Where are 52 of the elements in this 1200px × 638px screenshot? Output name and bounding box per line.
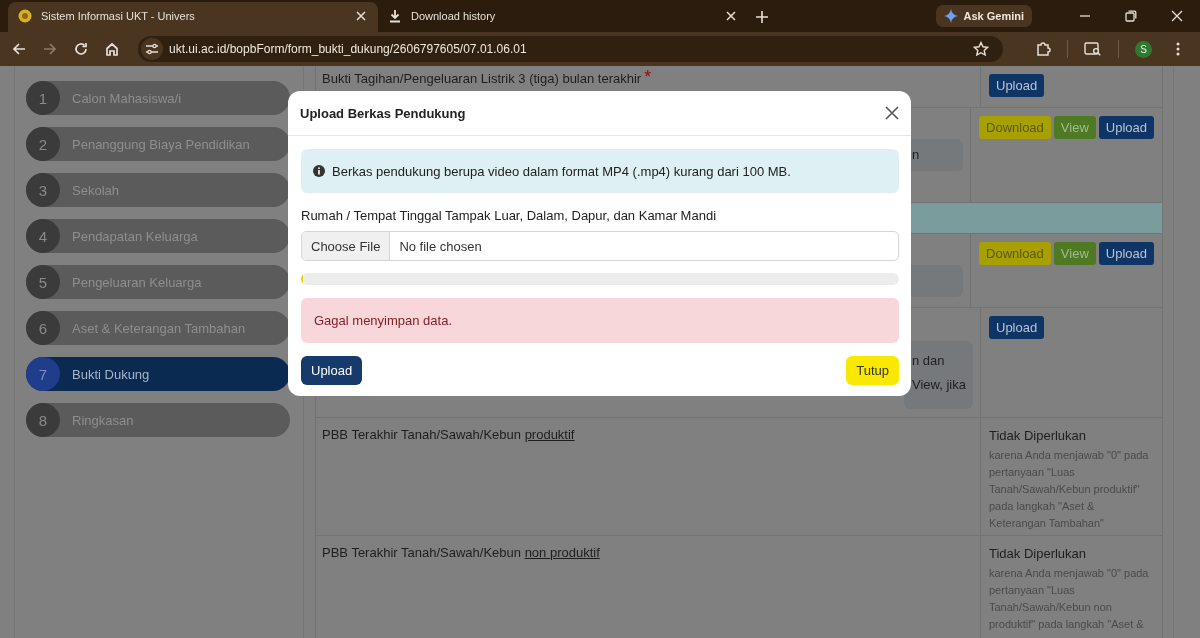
step-number: 3 — [26, 173, 60, 207]
new-tab-icon[interactable] — [756, 11, 768, 23]
step-number: 4 — [26, 219, 60, 253]
dialog-title: Upload Berkas Pendukung — [300, 105, 466, 121]
star-icon[interactable] — [973, 41, 989, 57]
step-number: 6 — [26, 311, 60, 345]
step-number: 2 — [26, 127, 60, 161]
file-status: No file chosen — [399, 238, 482, 254]
step-item[interactable]: 7 Bukti Dukung — [26, 357, 290, 391]
file-input[interactable]: Choose File No file chosen — [301, 231, 899, 261]
site-settings-icon[interactable] — [145, 43, 159, 55]
status-text: Tidak Diperlukan — [989, 546, 1088, 561]
document-title: PBB Terakhir Tanah/Sawah/Kebun produktif — [322, 427, 576, 442]
step-label: Bukti Dukung — [72, 366, 150, 382]
reload-icon[interactable] — [74, 42, 88, 56]
note-text: n — [912, 147, 920, 163]
status-text: Tidak Diperlukan — [989, 428, 1088, 443]
info-text: Berkas pendukung berupa video dalam format MP4 (.mp4) kurang dari 100 MB. — [332, 163, 791, 179]
document-title: Bukti Tagihan/Pengeluaran Listrik 3 (tiga) bulan terakhir — [322, 71, 642, 86]
download-icon — [388, 9, 402, 23]
home-icon[interactable] — [105, 42, 119, 56]
menu-icon[interactable] — [1176, 42, 1180, 56]
field-label: Rumah / Tempat Tinggal Tampak Luar, Dalam, Dapur, dan Kamar Mandi — [301, 208, 718, 223]
browser-tab[interactable]: Sistem Informasi UKT - Univers — [8, 2, 378, 32]
required-mark: * — [644, 71, 652, 83]
step-number: 5 — [26, 265, 60, 299]
upload-button[interactable]: Upload — [1098, 242, 1154, 265]
restore-icon[interactable] — [1125, 10, 1137, 22]
profile-avatar[interactable]: S — [1135, 40, 1152, 58]
note-text: View, jika — [912, 376, 966, 394]
note-text: n dan — [912, 352, 945, 370]
step-number: 7 — [26, 357, 60, 391]
puzzle-icon[interactable] — [1035, 41, 1051, 57]
upload-button[interactable]: Upload — [1098, 116, 1154, 139]
tab-search-icon[interactable] — [1084, 41, 1102, 57]
emblem-icon — [18, 9, 32, 23]
error-alert: Gagal menyimpan data. — [301, 298, 899, 343]
browser-tab[interactable]: Download history — [378, 2, 748, 32]
close-icon[interactable] — [885, 106, 899, 120]
back-icon[interactable] — [12, 42, 26, 56]
step-number: 8 — [26, 403, 60, 437]
address-bar[interactable]: ukt.ui.ac.id/bopbForm/form_bukti_dukung/2606797605/07.01.06.01 — [138, 36, 1003, 62]
choose-file-button[interactable]: Choose File — [302, 232, 391, 260]
upload-button[interactable]: Upload — [301, 356, 363, 385]
step-number: 1 — [26, 81, 60, 115]
document-title: PBB Terakhir Tanah/Sawah/Kebun non produktif — [322, 545, 601, 560]
upload-button[interactable]: Upload — [989, 316, 1045, 339]
upload-button[interactable]: Upload — [989, 74, 1045, 97]
ask-gemini-button[interactable]: Ask Gemini — [936, 5, 1032, 27]
close-button[interactable]: Tutup — [846, 356, 899, 385]
info-icon — [313, 165, 325, 177]
sparkle-icon — [944, 9, 959, 23]
